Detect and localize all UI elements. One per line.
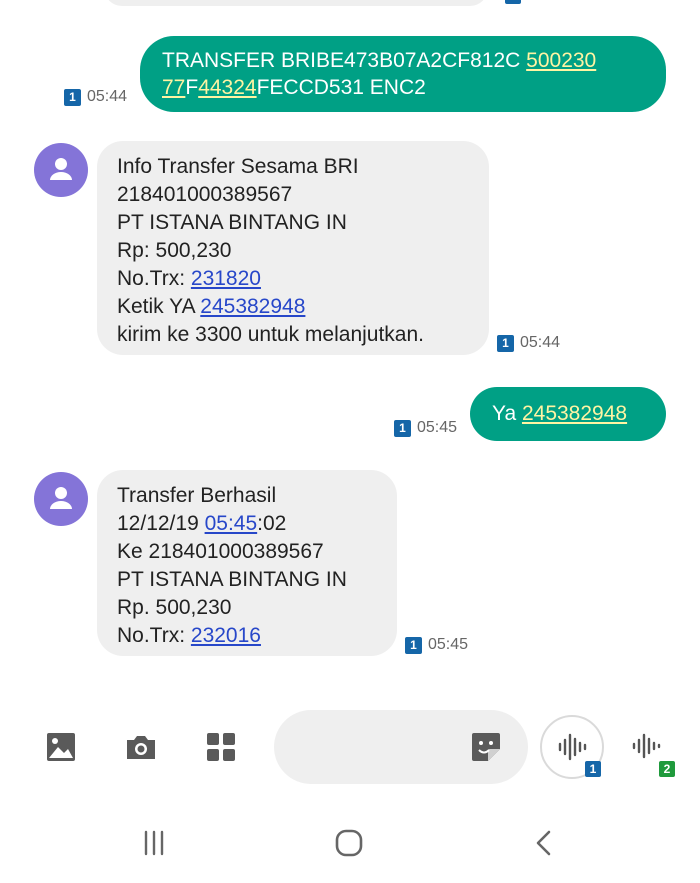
home-icon — [335, 829, 363, 857]
contact-avatar[interactable] — [34, 143, 88, 197]
outgoing-message-bubble[interactable]: TRANSFER BRIBE473B07A2CF812C 500230 77F4… — [140, 36, 666, 112]
person-icon — [50, 487, 72, 509]
message-time: 05:45 — [428, 636, 469, 653]
incoming-message-bubble[interactable]: Transfer Berhasil 12/12/19 05:45:02 Ke 2… — [97, 470, 397, 656]
message-line: Transfer Berhasil — [117, 484, 277, 507]
camera-icon — [127, 736, 155, 759]
back-button[interactable] — [520, 820, 570, 866]
message-meta: 1 05:45 — [405, 636, 468, 654]
message-line: Rp. 500,230 — [117, 596, 232, 619]
camera-button[interactable] — [119, 725, 163, 769]
recents-icon — [144, 830, 164, 856]
sim1-icon: 1 — [394, 419, 411, 437]
incoming-message-bubble[interactable]: Info Transfer Sesama BRI 218401000389567… — [97, 141, 489, 355]
message-meta: 1 05:45 — [394, 419, 457, 437]
recents-button[interactable] — [129, 820, 179, 866]
sim1-icon: 1 — [497, 334, 514, 352]
number-link[interactable]: 44324 — [198, 76, 256, 99]
sticker-button[interactable] — [464, 725, 508, 769]
message-time: 05:44 — [87, 88, 128, 105]
message-line: Rp: 500,230 — [117, 239, 232, 262]
number-link[interactable]: 245382948 — [522, 402, 627, 425]
time-link[interactable]: 05:45 — [205, 512, 258, 535]
message-time: 05:45 — [417, 419, 458, 436]
message-line: No.Trx: 231820 — [117, 267, 261, 290]
message-line: PT ISTANA BINTANG IN — [117, 568, 347, 591]
message-line: No.Trx: 232016 — [117, 624, 261, 647]
contact-avatar[interactable] — [34, 472, 88, 526]
message-line: Info Transfer Sesama BRI — [117, 155, 359, 178]
number-link[interactable]: 77 — [162, 76, 185, 99]
message-line: 218401000389567 — [117, 183, 293, 206]
outgoing-message-bubble[interactable]: Ya 245382948 — [470, 387, 666, 441]
previous-message-bubble[interactable] — [104, 0, 488, 6]
voice-send-icon — [632, 733, 661, 759]
message-line: kirim ke 3300 untuk melanjutkan. — [117, 323, 424, 346]
home-button[interactable] — [324, 820, 374, 866]
message-line: Ketik YA 245382948 — [117, 295, 306, 318]
message-line: Ya 245382948 — [492, 402, 628, 425]
number-link[interactable]: 232016 — [191, 624, 261, 647]
sim1-badge: 1 — [585, 761, 601, 777]
message-line: 77F44324FECCD531 ENC2 — [162, 76, 426, 99]
message-line: Ke 218401000389567 — [117, 540, 324, 563]
number-link[interactable]: 245382948 — [200, 295, 305, 318]
sim-badge-icon — [505, 0, 521, 4]
apps-button[interactable] — [199, 725, 243, 769]
image-button[interactable] — [39, 725, 83, 769]
sticker-icon — [472, 733, 500, 761]
message-meta: 1 05:44 — [497, 334, 560, 352]
sim2-badge: 2 — [659, 761, 675, 777]
message-line: TRANSFER BRIBE473B07A2CF812C 500230 — [162, 49, 597, 72]
sim1-icon: 1 — [405, 636, 422, 654]
person-icon — [50, 158, 72, 180]
message-time: 05:44 — [520, 334, 561, 351]
sim1-icon: 1 — [64, 88, 81, 106]
back-icon — [536, 830, 551, 856]
message-line: PT ISTANA BINTANG IN — [117, 211, 347, 234]
message-line: 12/12/19 05:45:02 — [117, 512, 287, 535]
number-link[interactable]: 500230 — [526, 49, 596, 72]
image-icon — [47, 733, 75, 761]
message-meta: 1 05:44 — [64, 88, 127, 106]
number-link[interactable]: 231820 — [191, 267, 261, 290]
apps-grid-icon — [207, 733, 235, 761]
